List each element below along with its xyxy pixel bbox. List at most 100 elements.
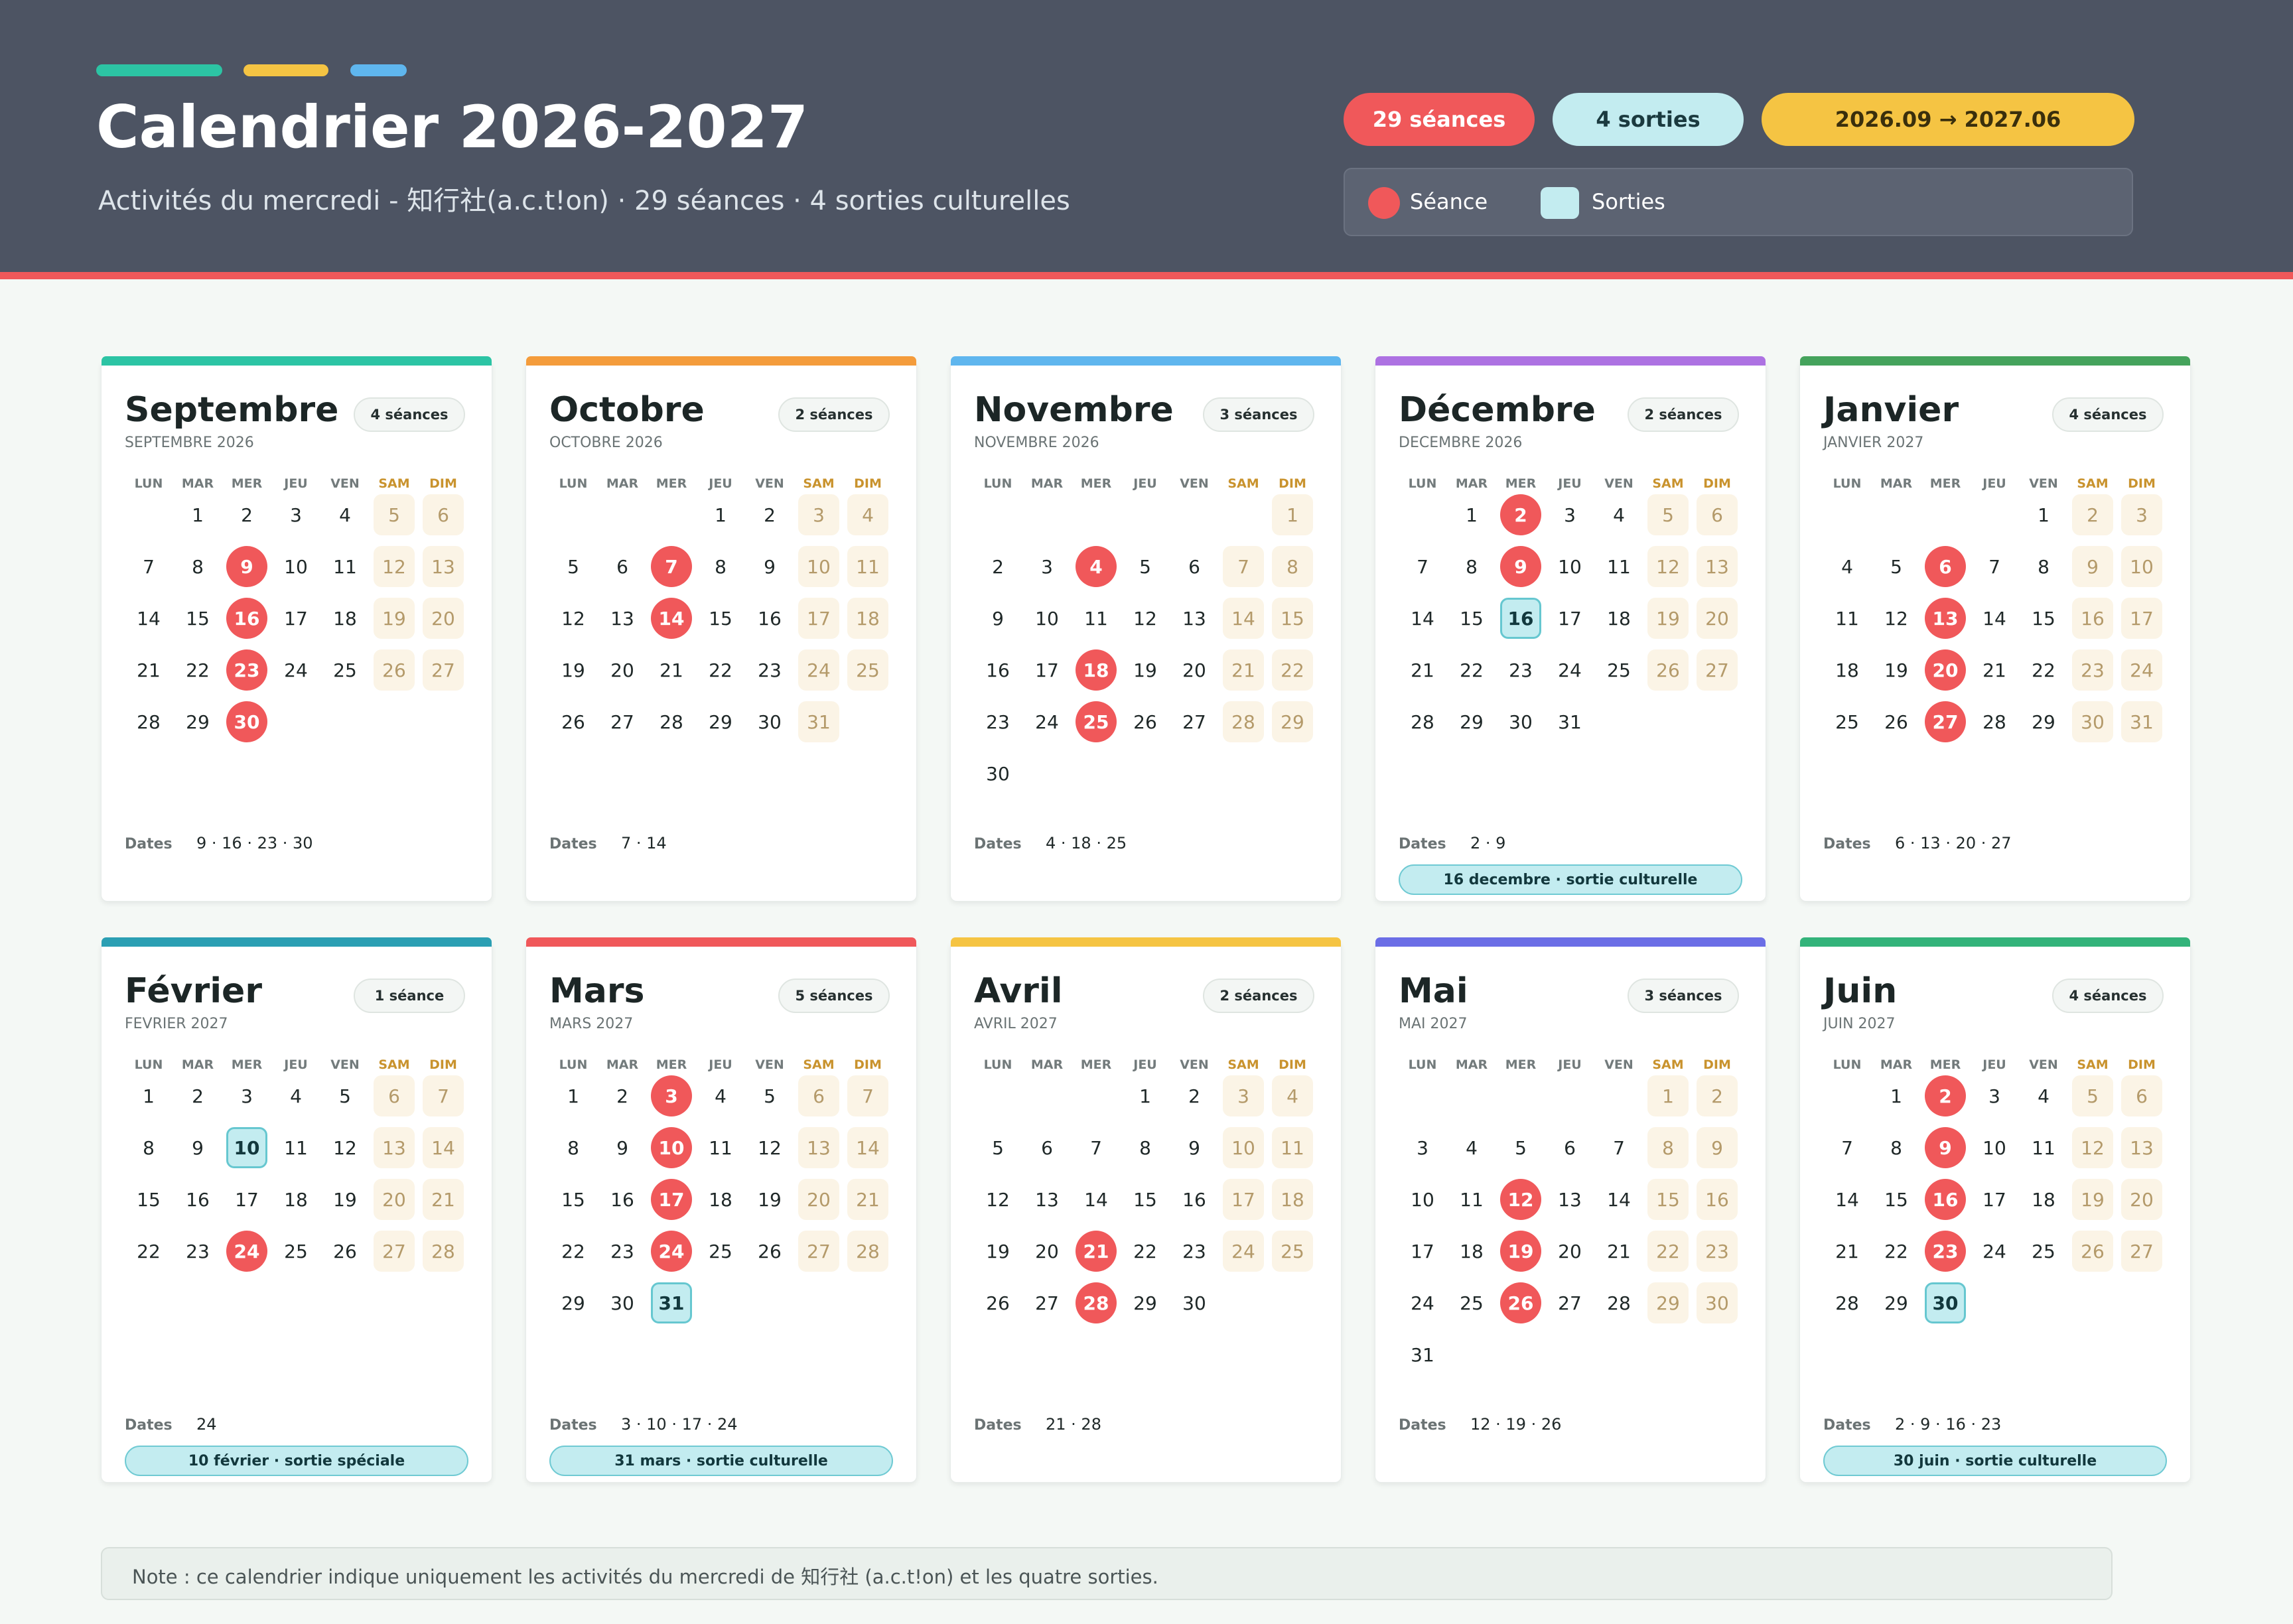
- seances-count-pill: 29 séances: [1344, 93, 1535, 146]
- month-card: Septembre SEPTEMBRE 2026 4 séances LUN MAR ME…: [101, 356, 492, 902]
- month-seance-count: 2 séances: [1203, 979, 1314, 1013]
- calendar-day-weekend: 29: [1272, 701, 1313, 742]
- calendar-day-sortie: 30: [1925, 1282, 1966, 1323]
- calendar-day-weekend: 4: [1272, 1075, 1313, 1116]
- calendar-day: 8: [1139, 1136, 1151, 1159]
- weekday-header: LUN: [983, 476, 1012, 491]
- calendar-day-weekend: 26: [374, 649, 415, 691]
- weekday-header: VEN: [1604, 476, 1633, 491]
- dates-label: Dates: [549, 836, 597, 852]
- weekday-header: DIM: [1703, 1057, 1731, 1072]
- weekday-header: MAR: [1455, 1057, 1488, 1072]
- calendar-day: 25: [284, 1240, 308, 1262]
- calendar-day: 1: [1139, 1085, 1151, 1107]
- weekday-header: VEN: [2029, 476, 2058, 491]
- weekday-header: MER: [656, 1057, 687, 1072]
- calendar-day-weekend: 23: [1697, 1231, 1738, 1272]
- calendar-day: 28: [137, 710, 161, 733]
- calendar-day: 24: [1558, 659, 1582, 681]
- weekday-header: DIM: [429, 1057, 457, 1072]
- month-subtitle: NOVEMBRE 2026: [974, 435, 1099, 451]
- calendar-day: 14: [1835, 1188, 1859, 1211]
- legend-seance-swatch: [1368, 187, 1400, 219]
- weekday-header: MER: [1929, 476, 1961, 491]
- calendar-day: 16: [986, 659, 1010, 681]
- calendar-day-seance: 20: [1925, 649, 1966, 691]
- calendar-day: 30: [758, 710, 782, 733]
- calendar-day: 9: [616, 1136, 628, 1159]
- calendar-day: 18: [709, 1188, 732, 1211]
- calendar-day: 17: [1411, 1240, 1434, 1262]
- calendar-day-seance: 19: [1500, 1231, 1541, 1272]
- calendar-day: 8: [567, 1136, 579, 1159]
- calendar-day: 11: [1084, 607, 1108, 630]
- month-seance-count: 1 séance: [354, 979, 465, 1013]
- weekday-header: SAM: [378, 1057, 410, 1072]
- calendar-day-weekend: 24: [2121, 649, 2162, 691]
- calendar-day: 23: [1509, 659, 1533, 681]
- month-seance-count: 3 séances: [1628, 979, 1739, 1013]
- calendar-day: 19: [333, 1188, 357, 1211]
- calendar-day: 16: [186, 1188, 210, 1211]
- calendar-day: 6: [616, 555, 628, 578]
- calendar-day-weekend: 19: [374, 598, 415, 639]
- month-name: Mars: [549, 971, 645, 1011]
- calendar-day: 11: [1460, 1188, 1484, 1211]
- calendar-day-weekend: 6: [2121, 1075, 2162, 1116]
- dates-label: Dates: [549, 1417, 597, 1434]
- calendar-day: 18: [1460, 1240, 1484, 1262]
- calendar-day: 4: [1841, 555, 1853, 578]
- calendar-day-weekend: 17: [1223, 1179, 1264, 1220]
- legend: Séance Sorties: [1344, 168, 2133, 236]
- calendar-day: 26: [333, 1240, 357, 1262]
- calendar-day-weekend: 7: [423, 1075, 464, 1116]
- calendar-day: 17: [235, 1188, 259, 1211]
- sorties-count-pill: 4 sorties: [1553, 93, 1744, 146]
- calendar-day: 30: [986, 762, 1010, 785]
- calendar-day: 30: [1182, 1292, 1206, 1314]
- calendar-day: 7: [143, 555, 155, 578]
- calendar-day: 16: [1182, 1188, 1206, 1211]
- weekday-header: JEU: [284, 476, 308, 491]
- calendar-day-weekend: 22: [1272, 649, 1313, 691]
- month-seance-count: 2 séances: [1628, 397, 1739, 432]
- month-subtitle: SEPTEMBRE 2026: [125, 435, 254, 451]
- calendar-day-weekend: 19: [2072, 1179, 2113, 1220]
- month-card: Mars MARS 2027 5 séances LUN MAR MER JEU VEN SAM…: [525, 937, 917, 1483]
- weekday-header: DIM: [1279, 476, 1306, 491]
- calendar-day: 26: [986, 1292, 1010, 1314]
- legend-sorties-swatch: [1541, 187, 1579, 219]
- calendar-day-seance: 28: [1076, 1282, 1117, 1323]
- calendar-day: 19: [1884, 659, 1908, 681]
- calendar-day-seance: 12: [1500, 1179, 1541, 1220]
- dates-label: Dates: [1823, 836, 1871, 852]
- calendar-day: 10: [1982, 1136, 2006, 1159]
- weekday-header: SAM: [1652, 1057, 1684, 1072]
- calendar-day: 10: [1411, 1188, 1434, 1211]
- calendar-day: 25: [1607, 659, 1631, 681]
- calendar-day: 15: [137, 1188, 161, 1211]
- calendar-day-weekend: 20: [2121, 1179, 2162, 1220]
- calendar-day: 13: [1035, 1188, 1059, 1211]
- month-color-bar: [1800, 937, 2190, 947]
- calendar-day: 25: [2032, 1240, 2055, 1262]
- calendar-day-sortie: 16: [1500, 598, 1541, 639]
- calendar-day: 13: [1182, 607, 1206, 630]
- calendar-day: 25: [1835, 710, 1859, 733]
- calendar-day: 14: [1411, 607, 1434, 630]
- month-subtitle: FEVRIER 2027: [125, 1016, 228, 1032]
- weekday-header: MAR: [1030, 1057, 1064, 1072]
- calendar-day: 21: [1411, 659, 1434, 681]
- calendar-day: 29: [2032, 710, 2055, 733]
- calendar-day-sortie: 31: [651, 1282, 692, 1323]
- calendar-day: 22: [1133, 1240, 1157, 1262]
- weekday-header: DIM: [2128, 476, 2156, 491]
- calendar-day: 27: [1558, 1292, 1582, 1314]
- calendar-day-seance: 27: [1925, 701, 1966, 742]
- month-name: Novembre: [974, 390, 1174, 430]
- dates-label: Dates: [1823, 1417, 1871, 1434]
- calendar-day: 31: [1558, 710, 1582, 733]
- calendar-day: 17: [284, 607, 308, 630]
- calendar-day: 14: [1607, 1188, 1631, 1211]
- weekday-header: LUN: [1833, 476, 1862, 491]
